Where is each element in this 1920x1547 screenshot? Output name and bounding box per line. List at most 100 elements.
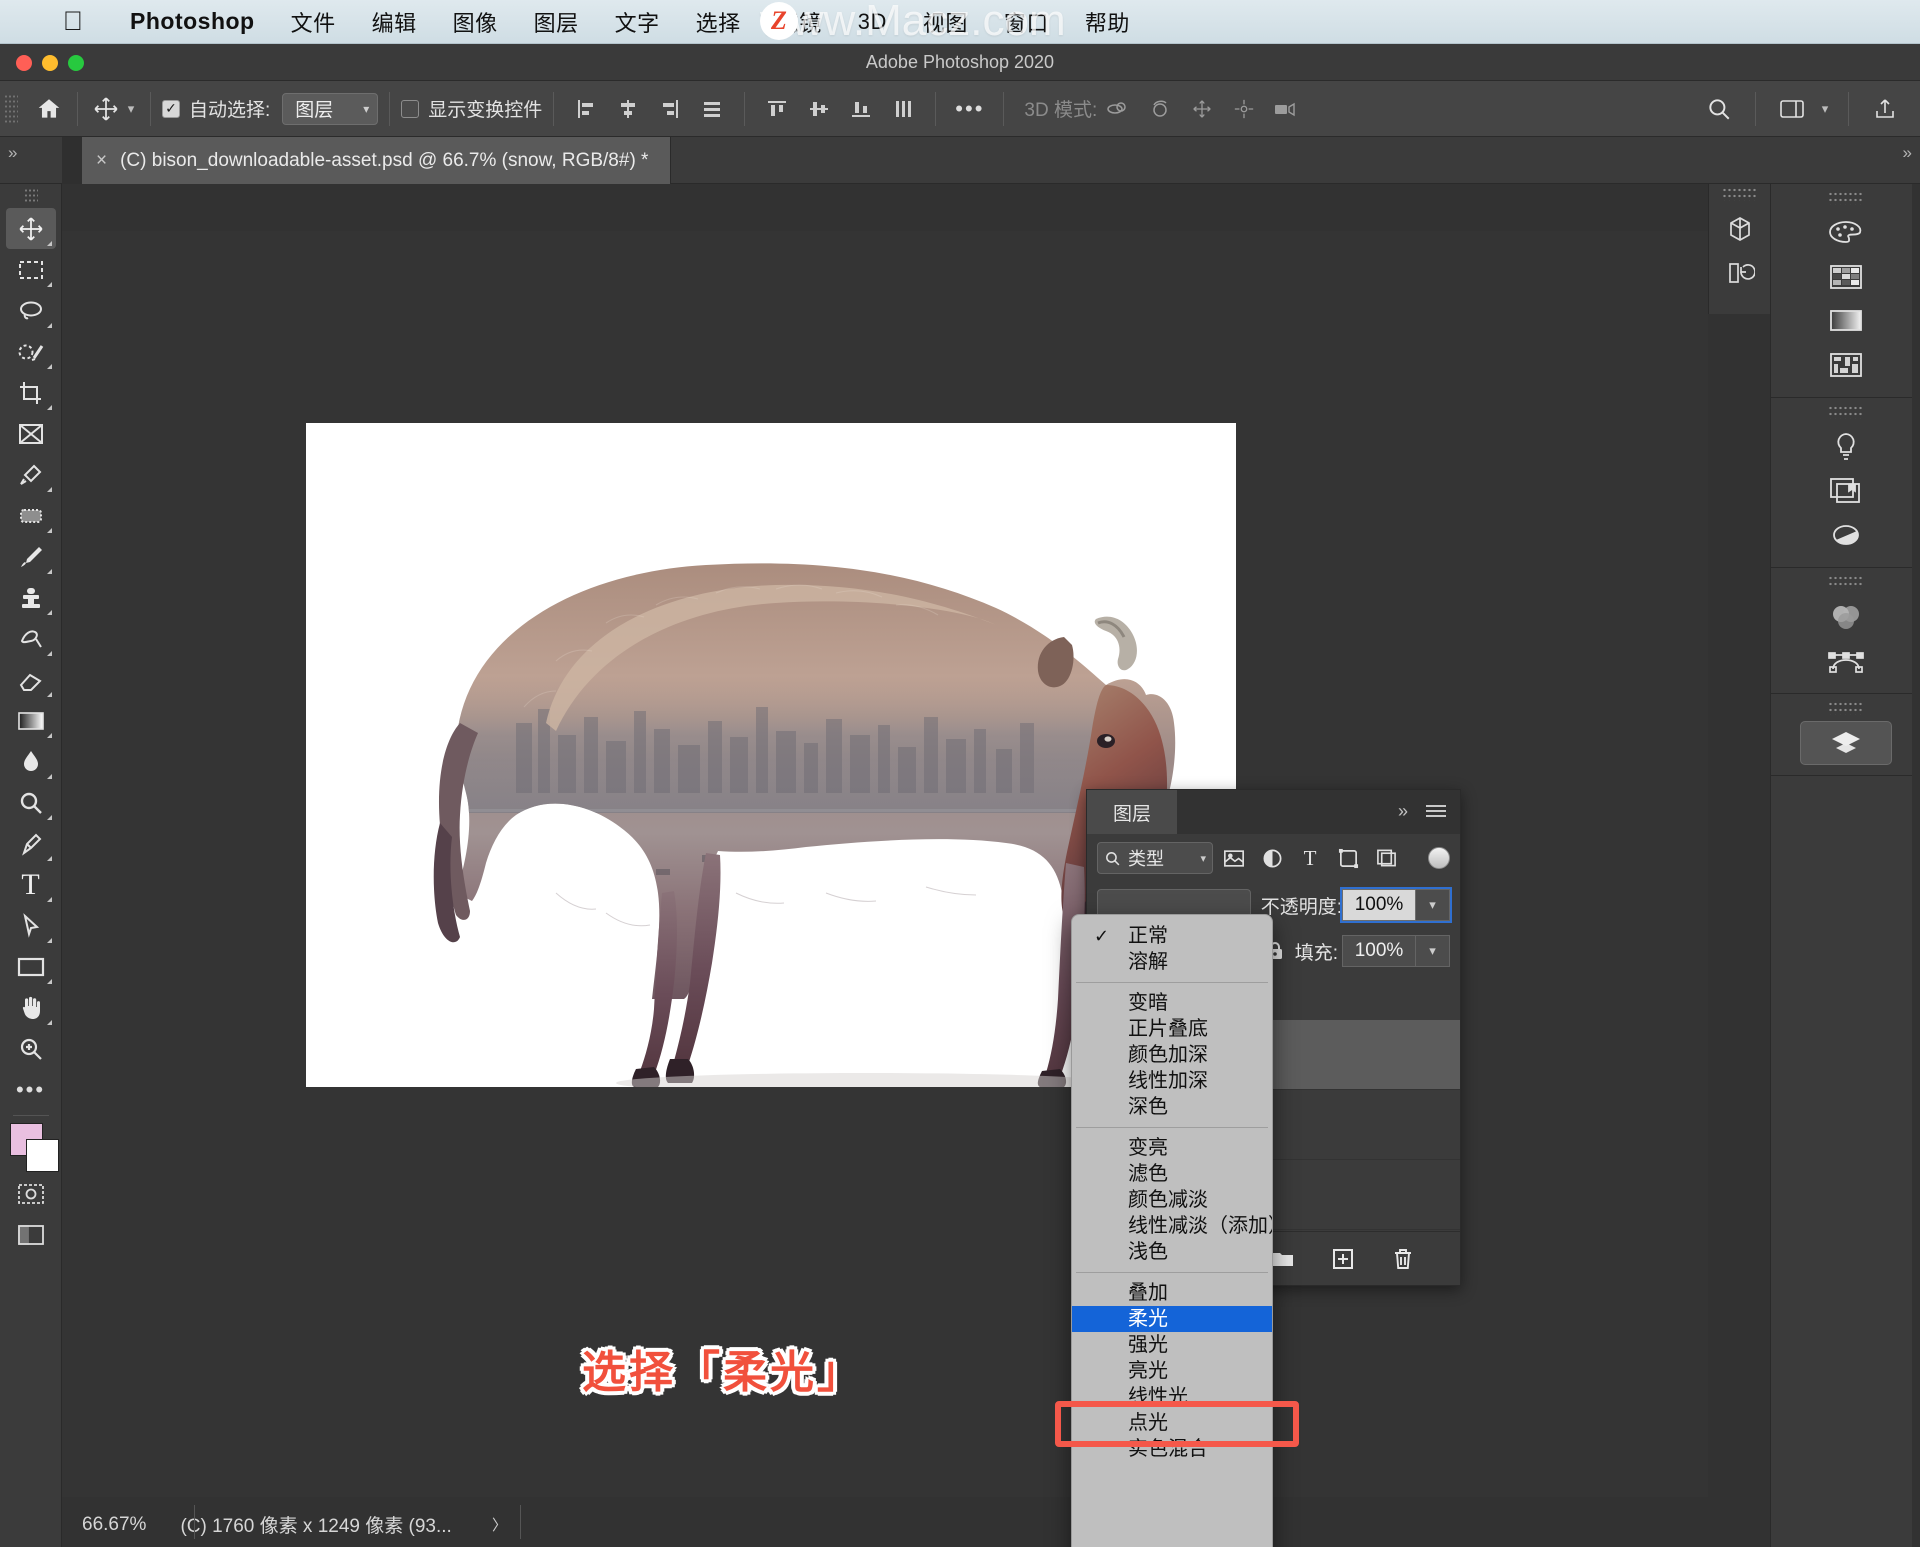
- filter-shape-icon[interactable]: [1331, 841, 1365, 875]
- more-tools-icon[interactable]: •••: [6, 1069, 56, 1110]
- menu-item-darker-color[interactable]: 深色: [1072, 1094, 1272, 1120]
- hand-tool[interactable]: [6, 987, 56, 1028]
- align-center-h-icon[interactable]: [613, 94, 643, 124]
- eraser-tool[interactable]: [6, 659, 56, 700]
- menu-item-edit[interactable]: 编辑: [354, 6, 435, 38]
- dock-group-grip[interactable]: [1827, 191, 1864, 205]
- menu-item-dissolve[interactable]: 溶解: [1072, 949, 1272, 975]
- brush-tool[interactable]: [6, 536, 56, 577]
- share-icon[interactable]: [1870, 94, 1900, 124]
- move-tool-icon[interactable]: [89, 92, 123, 126]
- background-color-swatch[interactable]: [25, 1139, 59, 1172]
- menu-item-color-burn[interactable]: 颜色加深: [1072, 1042, 1272, 1068]
- menu-item-normal[interactable]: ✓ 正常: [1072, 923, 1272, 949]
- paths-icon[interactable]: [1815, 639, 1877, 683]
- close-icon[interactable]: ×: [96, 150, 107, 172]
- menu-item-view[interactable]: 视图: [905, 6, 986, 38]
- align-bottom-icon[interactable]: [846, 94, 876, 124]
- search-icon[interactable]: [1704, 94, 1734, 124]
- quick-selection-tool[interactable]: [6, 331, 56, 372]
- fill-field-group[interactable]: 100% ▾: [1342, 935, 1450, 967]
- marquee-tool[interactable]: [6, 249, 56, 290]
- menu-item-hard-mix[interactable]: 实色混合: [1072, 1436, 1272, 1462]
- tool-preset-chevron-down-icon[interactable]: ▾: [123, 101, 139, 117]
- workspace-icon[interactable]: [1777, 94, 1807, 124]
- zoom-tool[interactable]: [6, 1028, 56, 1069]
- align-middle-v-icon[interactable]: [804, 94, 834, 124]
- status-expand-icon[interactable]: 〉: [492, 1514, 507, 1535]
- path-selection-tool[interactable]: [6, 905, 56, 946]
- filter-adjustment-icon[interactable]: [1255, 841, 1289, 875]
- chevron-double-right-icon[interactable]: »: [1398, 801, 1408, 822]
- swatches-icon[interactable]: [1815, 255, 1877, 299]
- align-left-icon[interactable]: [571, 94, 601, 124]
- screen-mode-icon[interactable]: [6, 1214, 56, 1255]
- layers-panel-icon[interactable]: [1799, 721, 1892, 765]
- show-transform-checkbox[interactable]: ✓: [401, 99, 420, 118]
- blend-mode-menu[interactable]: ✓ 正常 溶解 变暗 正片叠底 颜色加深 线性加深 深色 变亮 滤色 颜色减淡: [1071, 914, 1273, 1547]
- new-layer-icon[interactable]: [1328, 1244, 1358, 1274]
- filter-type-dropdown[interactable]: 类型 ▾: [1097, 842, 1213, 874]
- adjustments-icon[interactable]: [1815, 425, 1877, 469]
- filter-smart-icon[interactable]: [1369, 841, 1403, 875]
- menu-item-window[interactable]: 窗口: [986, 6, 1067, 38]
- tools-panel-grip[interactable]: [23, 188, 38, 204]
- color-swatches[interactable]: [6, 1121, 59, 1173]
- type-tool[interactable]: T: [6, 864, 56, 905]
- menu-item-file[interactable]: 文件: [273, 6, 354, 38]
- menu-item-soft-light[interactable]: 柔光: [1072, 1306, 1272, 1332]
- channels-icon[interactable]: [1815, 595, 1877, 639]
- menu-item-vivid-light[interactable]: 亮光: [1072, 1358, 1272, 1384]
- menu-item-color-dodge[interactable]: 颜色减淡: [1072, 1187, 1272, 1213]
- 3d-panel-icon[interactable]: [1709, 207, 1771, 251]
- menu-item-photoshop[interactable]: Photoshop: [112, 8, 273, 35]
- menu-item-lighter-color[interactable]: 浅色: [1072, 1239, 1272, 1265]
- clone-stamp-tool[interactable]: [6, 577, 56, 618]
- align-right-icon[interactable]: [655, 94, 685, 124]
- eyedropper-tool[interactable]: [6, 454, 56, 495]
- menu-item-linear-burn[interactable]: 线性加深: [1072, 1068, 1272, 1094]
- quick-mask-icon[interactable]: [6, 1173, 56, 1214]
- apple-logo-icon[interactable]: : [60, 7, 86, 37]
- rectangle-tool[interactable]: [6, 946, 56, 987]
- patterns-icon[interactable]: [1815, 343, 1877, 387]
- auto-select-checkbox[interactable]: ✓: [162, 99, 180, 118]
- menu-item-3d[interactable]: 3D: [840, 9, 905, 35]
- canvas-area[interactable]: 选择「柔光」: [62, 231, 1708, 1497]
- workspace-chevron-down-icon[interactable]: ▾: [1817, 101, 1833, 117]
- menu-item-lighten[interactable]: 变亮: [1072, 1135, 1272, 1161]
- filter-type-icon[interactable]: T: [1293, 841, 1327, 875]
- menu-item-hard-light[interactable]: 强光: [1072, 1332, 1272, 1358]
- collapse-right-icon[interactable]: »: [1903, 143, 1912, 163]
- dock-group-grip[interactable]: [1827, 575, 1864, 589]
- opacity-chevron-down-icon[interactable]: ▾: [1416, 889, 1450, 921]
- menu-item-darken[interactable]: 变暗: [1072, 990, 1272, 1016]
- dock-group-grip[interactable]: [1827, 701, 1864, 715]
- menu-item-overlay[interactable]: 叠加: [1072, 1280, 1272, 1306]
- menu-item-screen[interactable]: 滤色: [1072, 1161, 1272, 1187]
- collapse-left-icon[interactable]: »: [8, 143, 17, 163]
- delete-layer-icon[interactable]: [1388, 1244, 1418, 1274]
- menu-item-pin-light[interactable]: 点光: [1072, 1410, 1272, 1436]
- opacity-value[interactable]: 100%: [1342, 889, 1416, 921]
- spot-healing-tool[interactable]: [6, 495, 56, 536]
- tab-layers[interactable]: 图层: [1087, 790, 1178, 834]
- gradient-tool[interactable]: [6, 700, 56, 741]
- menu-item-help[interactable]: 帮助: [1067, 6, 1148, 38]
- options-bar-grip[interactable]: [4, 93, 18, 124]
- frame-tool[interactable]: [6, 413, 56, 454]
- document-tab[interactable]: × (C) bison_downloadable-asset.psd @ 66.…: [82, 137, 672, 184]
- crop-tool[interactable]: [6, 372, 56, 413]
- color-palette-icon[interactable]: [1815, 211, 1877, 255]
- dock-group-grip[interactable]: [1827, 405, 1864, 419]
- filter-pixel-icon[interactable]: [1217, 841, 1251, 875]
- properties-icon[interactable]: [1815, 513, 1877, 557]
- lasso-tool[interactable]: [6, 290, 56, 331]
- align-top-icon[interactable]: [762, 94, 792, 124]
- menu-item-type[interactable]: 文字: [597, 6, 678, 38]
- distribute-h-icon[interactable]: [697, 94, 727, 124]
- panel-menu-icon[interactable]: [1426, 802, 1446, 820]
- menu-item-layer[interactable]: 图层: [516, 6, 597, 38]
- libraries-icon[interactable]: [1815, 469, 1877, 513]
- blur-tool[interactable]: [6, 741, 56, 782]
